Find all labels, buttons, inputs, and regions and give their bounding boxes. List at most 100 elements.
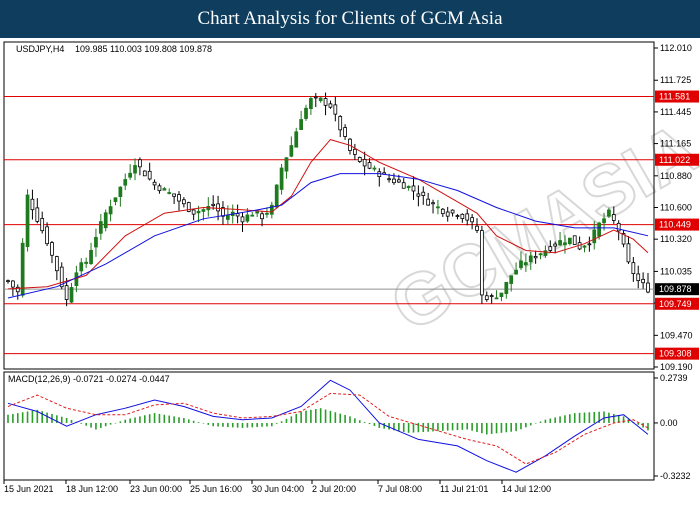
macd-histogram-bar (456, 422, 459, 431)
candle-body (353, 148, 357, 155)
macd-histogram-bar (187, 419, 190, 423)
macd-histogram-bar (368, 422, 371, 425)
macd-histogram-bar (129, 418, 131, 423)
macd-histogram-bar (231, 422, 234, 428)
candle-body (201, 209, 206, 212)
candle-body (465, 213, 470, 221)
candle-body (636, 273, 641, 282)
candle-body (572, 235, 577, 245)
macd-signal-line (7, 392, 649, 465)
macd-histogram-bar (471, 422, 473, 431)
candle-body (157, 185, 162, 192)
price-tick-label: 110.600 (660, 203, 692, 213)
macd-histogram-bar (12, 413, 14, 423)
macd-histogram-bar (143, 415, 146, 423)
candle-body (40, 218, 45, 232)
macd-histogram-bar (212, 422, 214, 427)
price-tick-label: 109.190 (660, 362, 693, 372)
macd-histogram-bar (437, 422, 439, 432)
candle-body (484, 295, 489, 300)
price-tick-label: 109.470 (660, 330, 693, 340)
candle-body (69, 287, 74, 303)
candle-body (98, 221, 103, 234)
macd-histogram-bar (104, 422, 107, 427)
candle-body (631, 262, 636, 274)
macd-histogram-bar (549, 418, 552, 423)
price-tick-label: 112.010 (660, 43, 692, 53)
macd-histogram-bar (505, 422, 508, 433)
time-axis: 15 Jun 2021 18 Jun 12:00 23 Jun 00:00 25 Ju… (3, 480, 551, 494)
level-label: 110.449 (659, 220, 691, 230)
candle-body (142, 170, 147, 177)
candle-body (294, 131, 299, 148)
candle-body (133, 165, 137, 174)
candle-body (103, 212, 108, 229)
macd-histogram-bar (295, 413, 298, 423)
macd-histogram-bar (412, 422, 415, 433)
macd-histogram-bar (26, 411, 29, 423)
macd-histogram-bar (500, 422, 503, 433)
macd-histogram-bar (510, 422, 513, 432)
candle-body (343, 127, 347, 137)
header-bar: Chart Analysis for Clients of GCM Asia (0, 0, 700, 38)
candle-body (167, 192, 172, 194)
level-label: 111.581 (659, 92, 690, 102)
price-tick-label: 110.320 (660, 234, 692, 244)
macd-histogram-bar (354, 418, 356, 423)
level-label: 109.749 (659, 299, 692, 309)
macd-histogram-bar (256, 422, 258, 428)
macd-histogram-bar (334, 412, 337, 423)
candle-body (558, 240, 562, 246)
candle-body (338, 116, 343, 131)
candle-body (460, 213, 465, 220)
candle-body (367, 162, 372, 169)
macd-histogram-bar (461, 422, 464, 430)
chart-canvas[interactable]: GCMASIA USDJPY,H4 109.985 110.003 109.80… (0, 38, 700, 500)
price-tick-label: 111.725 (660, 75, 691, 85)
candle-body (128, 172, 133, 178)
macd-histogram-bar (515, 422, 517, 432)
candle-body (426, 198, 431, 206)
macd-histogram-bar (314, 409, 317, 423)
candle-body (401, 182, 406, 189)
candle-body (450, 209, 455, 214)
time-tick-label: 7 Jul 08:00 (378, 484, 422, 494)
macd-histogram-bar (310, 409, 312, 423)
macd-histogram-bar (534, 422, 537, 424)
time-tick-label: 25 Jun 16:00 (190, 484, 242, 494)
candle-body (6, 280, 10, 283)
candle-body (470, 217, 474, 223)
candle-body (445, 211, 450, 217)
candle-body (108, 206, 113, 215)
macd-histogram-bar (588, 412, 591, 423)
watermark-logo: GCMASIA (378, 108, 700, 347)
page-title: Chart Analysis for Clients of GCM Asia (197, 8, 503, 29)
candle-body (30, 198, 35, 211)
candle-body (123, 179, 128, 186)
candle-body (357, 156, 362, 162)
macd-histogram-bar (608, 412, 610, 423)
candle-body (567, 237, 572, 245)
candle-body (431, 202, 435, 205)
candle-body (25, 194, 30, 247)
candle-body (191, 209, 196, 215)
time-tick-label: 2 Jul 20:00 (312, 484, 356, 494)
macd-histogram-bar (227, 422, 229, 428)
macd-histogram-bar (451, 422, 454, 431)
candle-body (387, 178, 391, 181)
macd-histogram-bar (422, 422, 425, 432)
candle-body (313, 96, 318, 99)
candle-body (548, 246, 553, 251)
macd-histogram-bar (207, 422, 210, 425)
macd-histogram-bar (344, 415, 346, 423)
candle-body (196, 210, 201, 214)
macd-histogram-bar (529, 422, 532, 426)
candle-body (494, 297, 499, 300)
macd-histogram-bar (65, 418, 68, 423)
candle-body (514, 269, 518, 275)
candle-body (54, 256, 59, 272)
macd-histogram-bar (100, 422, 102, 428)
macd-axis: 0.2739 0.00 -0.3232 (654, 373, 691, 481)
macd-histogram-bar (153, 413, 156, 423)
price-tick-label: 111.165 (660, 139, 691, 149)
